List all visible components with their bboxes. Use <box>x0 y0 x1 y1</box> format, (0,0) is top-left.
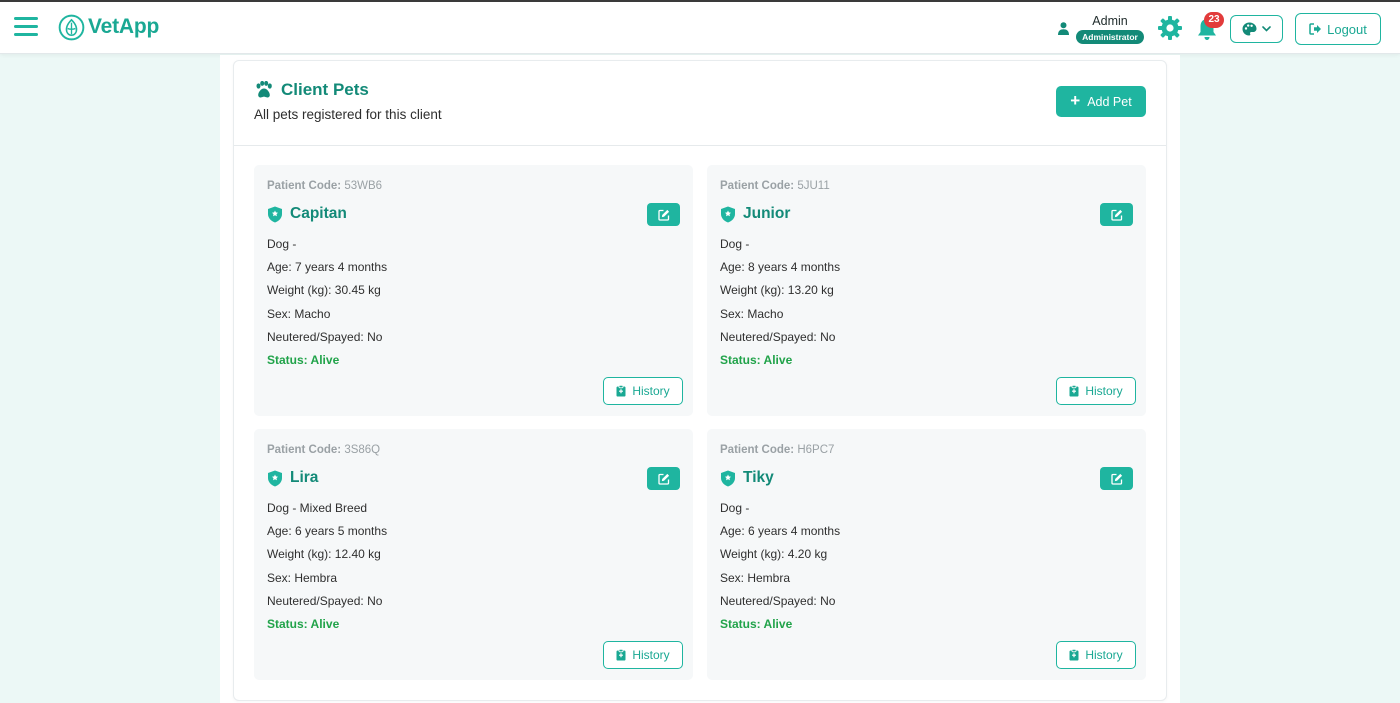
pet-sex: Sex: Macho <box>720 307 784 321</box>
clipboard-icon <box>616 649 626 661</box>
pet-weight: Weight (kg): 4.20 kg <box>720 547 828 561</box>
top-navbar: VetApp Admin Administrator 23 Logout <box>0 0 1400 54</box>
history-label: History <box>632 648 670 662</box>
user-menu[interactable]: Admin Administrator <box>1056 14 1146 46</box>
history-button[interactable]: History <box>603 641 683 669</box>
logout-label: Logout <box>1327 21 1367 37</box>
palette-icon <box>1242 22 1257 36</box>
patient-code-label: Patient Code: <box>720 444 795 456</box>
pet-age: Age: 7 years 4 months <box>267 260 388 274</box>
user-name: Admin <box>1092 14 1128 28</box>
pet-weight: Weight (kg): 13.20 kg <box>720 283 834 297</box>
pet-species: Dog - <box>267 237 297 251</box>
edit-pet-button[interactable] <box>647 467 680 490</box>
patient-code-label: Patient Code: <box>720 180 795 192</box>
pet-sex: Sex: Macho <box>267 307 331 321</box>
pet-sex: Sex: Hembra <box>267 571 338 585</box>
pet-neutered: Neutered/Spayed: No <box>267 330 383 344</box>
pet-name: Capitan <box>290 205 347 222</box>
section-title: Client Pets <box>281 80 369 99</box>
add-pet-button[interactable]: + Add Pet <box>1056 86 1146 117</box>
history-button[interactable]: History <box>603 377 683 405</box>
section-subtitle: All pets registered for this client <box>254 107 442 122</box>
edit-pet-button[interactable] <box>1100 467 1133 490</box>
patient-code: Patient Code: 5JU11 <box>720 180 830 192</box>
shield-icon <box>268 470 282 487</box>
history-label: History <box>632 384 670 398</box>
pet-status: Status: Alive <box>720 353 793 367</box>
shield-icon <box>721 206 735 223</box>
plus-icon: + <box>1070 91 1081 110</box>
chevron-down-icon <box>1262 26 1271 32</box>
patient-code: Patient Code: 3S86Q <box>267 444 380 456</box>
pet-species: Dog - <box>720 237 750 251</box>
patient-code-value: 5JU11 <box>797 180 830 192</box>
pet-status: Status: Alive <box>267 353 340 367</box>
paw-icon <box>256 81 272 98</box>
pet-age: Age: 8 years 4 months <box>720 260 841 274</box>
role-badge: Administrator <box>1076 30 1144 44</box>
pet-neutered: Neutered/Spayed: No <box>720 594 836 608</box>
clipboard-icon <box>616 385 626 397</box>
pet-age: Age: 6 years 4 months <box>720 524 841 538</box>
patient-code-value: H6PC7 <box>797 444 835 456</box>
pet-name: Tiky <box>743 469 774 486</box>
pet-card: Patient Code: 5JU11 Junior Dog - Age: 8 … <box>707 165 1146 416</box>
card-header: Client Pets All pets registered for this… <box>234 61 1166 146</box>
pet-sex: Sex: Hembra <box>720 571 791 585</box>
logout-icon <box>1309 23 1322 35</box>
edit-pet-button[interactable] <box>647 203 680 226</box>
history-button[interactable]: History <box>1056 641 1136 669</box>
patient-code-label: Patient Code: <box>267 444 342 456</box>
theme-selector-button[interactable] <box>1230 15 1283 43</box>
patient-code: Patient Code: 53WB6 <box>267 180 382 192</box>
pet-name: Lira <box>290 469 319 486</box>
pet-species: Dog - <box>720 501 750 515</box>
edit-icon <box>657 473 669 485</box>
pet-species: Dog - Mixed Breed <box>267 501 368 515</box>
pet-neutered: Neutered/Spayed: No <box>720 330 836 344</box>
brand-name: VetApp <box>88 15 160 38</box>
history-button[interactable]: History <box>1056 377 1136 405</box>
history-label: History <box>1085 384 1123 398</box>
pet-name: Junior <box>743 205 791 222</box>
shield-icon <box>721 470 735 487</box>
pet-card: Patient Code: 3S86Q Lira Dog - Mixed Bre… <box>254 429 693 680</box>
edit-icon <box>1110 473 1122 485</box>
edit-pet-button[interactable] <box>1100 203 1133 226</box>
pet-card: Patient Code: H6PC7 Tiky Dog - Age: 6 ye… <box>707 429 1146 680</box>
pet-card: Patient Code: 53WB6 Capitan Dog - Age: 7… <box>254 165 693 416</box>
logout-button[interactable]: Logout <box>1295 13 1381 45</box>
brand-link[interactable]: VetApp <box>58 12 159 42</box>
pet-weight: Weight (kg): 12.40 kg <box>267 547 381 561</box>
notification-count-badge: 23 <box>1204 12 1224 28</box>
menu-icon[interactable] <box>14 16 38 38</box>
pet-age: Age: 6 years 5 months <box>267 524 388 538</box>
shield-icon <box>268 206 282 223</box>
pet-weight: Weight (kg): 30.45 kg <box>267 283 381 297</box>
clipboard-icon <box>1069 649 1079 661</box>
pet-neutered: Neutered/Spayed: No <box>267 594 383 608</box>
patient-code-value: 53WB6 <box>344 180 383 192</box>
user-icon <box>1058 22 1069 35</box>
history-label: History <box>1085 648 1123 662</box>
patient-code-label: Patient Code: <box>267 180 342 192</box>
edit-icon <box>657 209 669 221</box>
vetapp-logo-icon <box>58 14 85 40</box>
patient-code-value: 3S86Q <box>344 444 381 456</box>
pet-status: Status: Alive <box>720 617 793 631</box>
patient-code: Patient Code: H6PC7 <box>720 444 834 456</box>
edit-icon <box>1110 209 1122 221</box>
clipboard-icon <box>1069 385 1079 397</box>
pet-status: Status: Alive <box>267 617 340 631</box>
gear-icon[interactable] <box>1157 15 1183 41</box>
add-pet-label: Add Pet <box>1087 94 1132 109</box>
